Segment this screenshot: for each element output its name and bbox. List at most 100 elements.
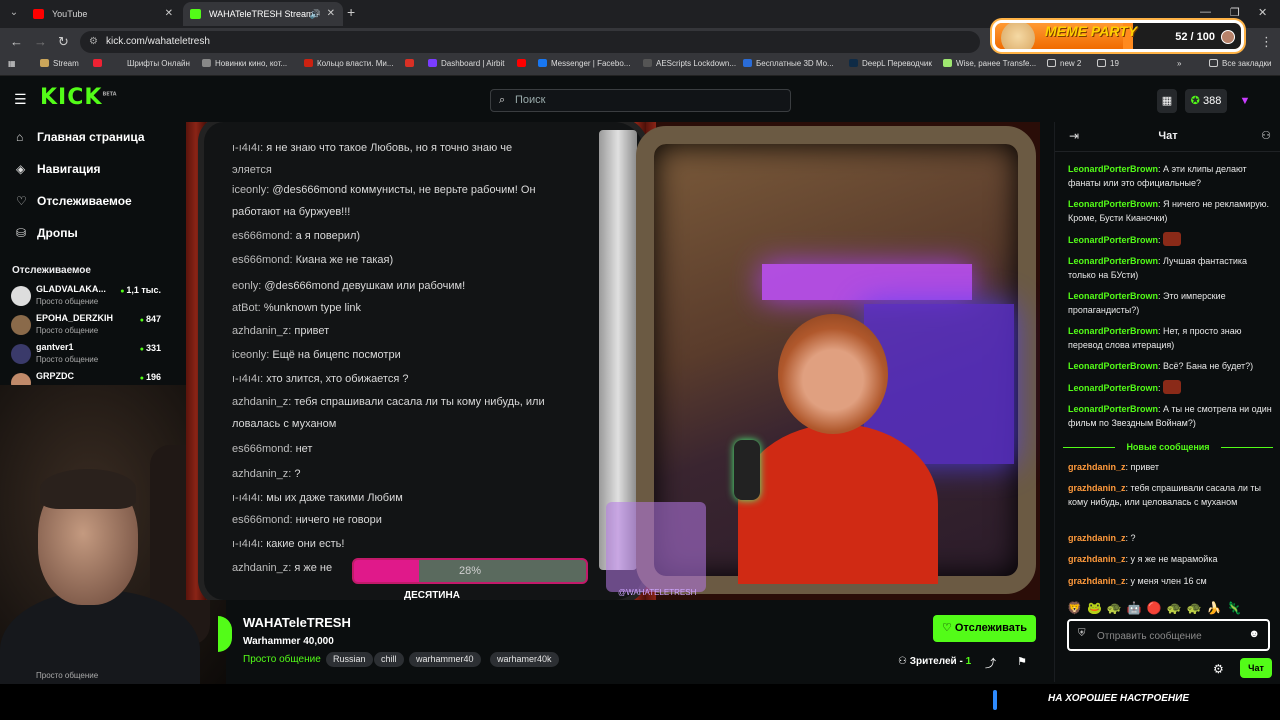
- sidebar-item-browse[interactable]: ◈ Навигация: [16, 162, 101, 176]
- chat-title: Чат: [1158, 130, 1178, 142]
- site-info-icon[interactable]: ⚙: [89, 31, 98, 53]
- tab-kick-stream[interactable]: WAHATeleTRESH Stream - 🔊 ✕: [183, 2, 343, 26]
- close-tab-icon[interactable]: ✕: [327, 2, 335, 26]
- follow-button[interactable]: ♡ Отслеживать: [933, 615, 1036, 642]
- tv-chat-line: ловалась с муханом: [232, 418, 337, 430]
- streamer-woman: [738, 314, 938, 584]
- tab-search-icon[interactable]: ⌄: [6, 5, 22, 21]
- qr-label: @WAHATELETRESH: [618, 588, 697, 597]
- share-icon[interactable]: ⤴: [985, 655, 996, 671]
- chat-username[interactable]: grazhdanin_z: [1068, 576, 1126, 586]
- sidebar-item-home[interactable]: ⌂ Главная страница: [16, 130, 145, 144]
- chat-username[interactable]: LeonardPorterBrown: [1068, 326, 1158, 336]
- new-tab-icon[interactable]: +: [347, 4, 355, 20]
- folder-bookmark[interactable]: new 2: [1047, 59, 1081, 68]
- chat-username[interactable]: LeonardPorterBrown: [1068, 256, 1158, 266]
- close-tab-icon[interactable]: ✕: [165, 2, 173, 26]
- goal-title: ДЕСЯТИНА: [404, 590, 460, 600]
- chat-username[interactable]: grazhdanin_z: [1068, 462, 1126, 472]
- forward-icon[interactable]: →: [34, 34, 47, 49]
- menu-icon[interactable]: ☰: [14, 91, 27, 108]
- bookmark-item[interactable]: AEScripts Lockdown...: [643, 59, 736, 68]
- stream-game[interactable]: Warhammer 40,000: [243, 636, 334, 647]
- sidebar-item-drops[interactable]: ⛁ Дропы: [16, 226, 78, 240]
- cam-caption: Просто общение: [36, 671, 99, 680]
- chat-message: grazhdanin_z: ?: [1068, 533, 1136, 543]
- stream-category[interactable]: Просто общение: [243, 654, 321, 665]
- apps-icon[interactable]: ▦: [8, 59, 16, 68]
- tag-warhamer40k[interactable]: warhamer40k: [490, 652, 559, 667]
- followed-channel[interactable]: EPOHA_DERZKIH Просто общение 847: [11, 311, 161, 339]
- bookmark-item[interactable]: DeepL Переводчик: [849, 59, 932, 68]
- user-avatar-icon[interactable]: ▼: [1235, 89, 1255, 113]
- send-chat-button[interactable]: Чат: [1240, 658, 1272, 678]
- bookmark-item[interactable]: Dashboard | Airbit: [428, 59, 504, 68]
- chat-username[interactable]: LeonardPorterBrown: [1068, 199, 1158, 209]
- chat-panel: ⇥ Чат ⚇ LeonardPorterBrown: А эти клипы …: [1054, 122, 1280, 682]
- search-input[interactable]: ⌕ Поиск: [490, 89, 791, 112]
- browser-menu-icon[interactable]: ⋮: [1260, 34, 1273, 50]
- bookmark-item[interactable]: Новинки кино, кот...: [202, 59, 287, 68]
- chat-username[interactable]: LeonardPorterBrown: [1068, 383, 1158, 393]
- chat-input[interactable]: ⛨ ☻: [1067, 619, 1270, 651]
- chat-username[interactable]: grazhdanin_z: [1068, 533, 1126, 543]
- points-button[interactable]: ✪ 388: [1185, 89, 1227, 113]
- chat-username[interactable]: LeonardPorterBrown: [1068, 291, 1158, 301]
- url-field[interactable]: ⚙ kick.com/wahateletresh: [80, 31, 980, 53]
- chat-username[interactable]: LeonardPorterBrown: [1068, 235, 1158, 245]
- tag-russian[interactable]: Russian: [326, 652, 373, 667]
- report-icon[interactable]: ⚑: [1017, 655, 1027, 668]
- emote-bar[interactable]: 🦁🐸🐢🤖🔴🐢🐢🍌🦎: [1067, 601, 1275, 617]
- all-bookmarks-folder[interactable]: Все закладки: [1209, 59, 1271, 68]
- bookmarks-bar: ▦ Stream Шрифты Онлайн Новинки кино, кот…: [0, 56, 1280, 76]
- tag-warhammer40[interactable]: warhammer40: [409, 652, 481, 667]
- bookmark-item[interactable]: Stream: [40, 59, 79, 68]
- restore-icon[interactable]: ❐: [1230, 6, 1240, 19]
- bookmark-item[interactable]: Шрифты Онлайн: [127, 59, 190, 68]
- chat-username[interactable]: grazhdanin_z: [1068, 483, 1126, 493]
- avatar: [11, 315, 31, 335]
- minimize-icon[interactable]: —: [1200, 6, 1211, 18]
- chat-username[interactable]: LeonardPorterBrown: [1068, 361, 1158, 371]
- gear-icon[interactable]: ⚙: [1213, 662, 1224, 676]
- home-icon: ⌂: [16, 130, 24, 144]
- channel-name[interactable]: WAHATeleTRESH: [243, 615, 351, 630]
- followed-channel[interactable]: GLADVALAKA... Просто общение 1,1 тыс.: [11, 282, 161, 310]
- bookmark-item[interactable]: Кольцо власти. Ми...: [304, 59, 394, 68]
- bookmark-item[interactable]: Бесплатные 3D Mo...: [743, 59, 834, 68]
- youtube-bookmark-icon[interactable]: [517, 59, 530, 68]
- chat-message: LeonardPorterBrown: А ты не смотрела ни …: [1068, 404, 1272, 428]
- chat-message: LeonardPorterBrown: Лучшая фантастика то…: [1068, 256, 1248, 280]
- gmail-bookmark-icon[interactable]: [405, 59, 418, 68]
- chat-username[interactable]: grazhdanin_z: [1068, 554, 1126, 564]
- tag-chill[interactable]: chill: [374, 652, 404, 667]
- bottom-overlay-bar: НА ХОРОШЕЕ НАСТРОЕНИЕ: [0, 684, 1280, 720]
- emoji-icon[interactable]: ☻: [1248, 628, 1260, 640]
- avatar: [11, 286, 31, 306]
- chat-username[interactable]: LeonardPorterBrown: [1068, 164, 1158, 174]
- sidebar-item-following[interactable]: ♡ Отслеживаемое: [16, 194, 132, 208]
- followed-channel[interactable]: gantver1 Просто общение 331: [11, 340, 161, 368]
- kick-logo[interactable]: KICKBETA: [40, 85, 117, 110]
- back-icon[interactable]: ←: [10, 34, 23, 49]
- tab-youtube[interactable]: YouTube ✕: [26, 2, 181, 26]
- streamer-avatar[interactable]: [218, 616, 232, 652]
- tv-chat-line: es666mond: ничего не говори: [232, 514, 382, 526]
- bookmark-item[interactable]: Messenger | Facebo...: [538, 59, 630, 68]
- reload-icon[interactable]: ↻: [58, 34, 69, 50]
- chat-message-field[interactable]: [1097, 628, 1237, 644]
- folder-bookmark[interactable]: 19: [1097, 59, 1119, 68]
- speaker-icon[interactable]: 🔊: [310, 2, 321, 26]
- video-player[interactable]: ı-ı4ı4ı: я не знаю что такое Любовь, но …: [186, 122, 1040, 600]
- site-header: ☰ KICKBETA ⌕ Поиск ▦ ✪ 388 ▼: [0, 76, 1280, 122]
- close-window-icon[interactable]: ✕: [1258, 6, 1267, 19]
- doge-icon: [1001, 23, 1035, 49]
- bookmark-item[interactable]: [93, 59, 106, 68]
- chat-username[interactable]: LeonardPorterBrown: [1068, 404, 1158, 414]
- layout-icon[interactable]: ▦: [1157, 89, 1177, 113]
- bookmark-item[interactable]: Wise, ранее Transfe...: [943, 59, 1036, 68]
- chat-message: grazhdanin_z: у я же не марамойка: [1068, 554, 1218, 564]
- tv-chat-line: работают на буржуев!!!: [232, 206, 351, 218]
- more-bookmarks-icon[interactable]: »: [1177, 59, 1181, 68]
- chat-users-icon[interactable]: ⚇: [1261, 129, 1271, 142]
